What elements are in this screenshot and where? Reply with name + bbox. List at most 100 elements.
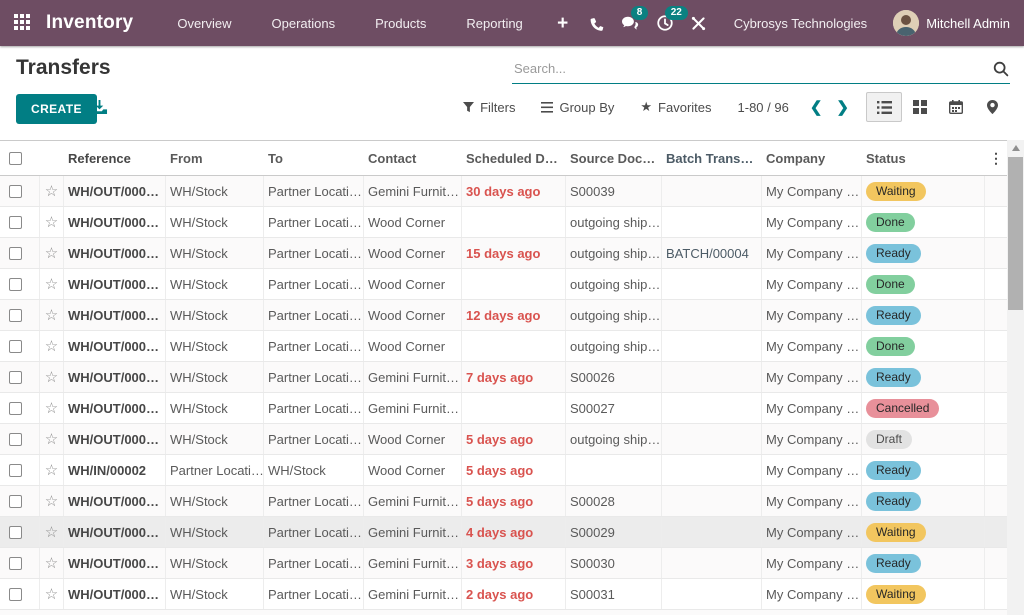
cell-batch-transfer <box>662 455 762 485</box>
cell-to: Partner Locati… <box>264 548 364 578</box>
plus-icon[interactable]: + <box>546 0 580 46</box>
table-row[interactable]: ☆WH/OUT/000…WH/StockPartner Locati…Wood … <box>0 331 1007 362</box>
table-row[interactable]: ☆WH/OUT/000…WH/StockPartner Locati…Gemin… <box>0 579 1007 610</box>
app-name[interactable]: Inventory <box>46 12 133 34</box>
row-checkbox[interactable] <box>9 216 22 229</box>
cell-trailing <box>985 331 1007 361</box>
map-view-button[interactable] <box>974 92 1010 122</box>
activity-icon[interactable]: 22 <box>648 0 682 46</box>
search-input[interactable] <box>512 61 992 76</box>
cell-contact: Wood Corner <box>364 269 462 299</box>
table-row[interactable]: ☆WH/OUT/000…WH/StockPartner Locati…Wood … <box>0 269 1007 300</box>
column-header-ref[interactable]: Reference <box>64 141 166 175</box>
cell-scheduled-date <box>462 331 566 361</box>
search-icon[interactable] <box>992 60 1010 78</box>
row-checkbox[interactable] <box>9 402 22 415</box>
column-header-from[interactable]: From <box>166 141 264 175</box>
row-star-icon[interactable]: ☆ <box>45 587 58 602</box>
cell-company: My Company … <box>762 455 862 485</box>
table-row[interactable]: ☆WH/OUT/000…WH/StockPartner Locati…Gemin… <box>0 176 1007 207</box>
table-row[interactable]: ☆WH/OUT/000…WH/StockPartner Locati…Wood … <box>0 207 1007 238</box>
vertical-scrollbar[interactable] <box>1007 140 1024 615</box>
messages-icon[interactable]: 8 <box>614 0 648 46</box>
column-header-sched[interactable]: Scheduled D… <box>462 141 566 175</box>
cell-status: Ready <box>862 486 985 516</box>
table-row[interactable]: ☆WH/OUT/000…WH/StockPartner Locati…Gemin… <box>0 517 1007 548</box>
cell-scheduled-date <box>462 269 566 299</box>
row-star-icon[interactable]: ☆ <box>45 184 58 199</box>
group-by-button[interactable]: Group By <box>541 100 614 115</box>
row-checkbox[interactable] <box>9 309 22 322</box>
row-checkbox[interactable] <box>9 433 22 446</box>
list-view-button[interactable] <box>866 92 902 122</box>
row-star-icon[interactable]: ☆ <box>45 401 58 416</box>
menu-item-overview[interactable]: Overview <box>161 10 247 37</box>
create-button[interactable]: CREATE <box>16 94 97 124</box>
apps-menu-icon[interactable] <box>14 14 32 32</box>
row-star-icon[interactable]: ☆ <box>45 370 58 385</box>
pager-previous-icon[interactable]: ❮ <box>803 96 830 118</box>
table-row[interactable]: ☆WH/OUT/000…WH/StockPartner Locati…Gemin… <box>0 393 1007 424</box>
row-star-icon[interactable]: ☆ <box>45 246 58 261</box>
table-row[interactable]: ☆WH/OUT/000…WH/StockPartner Locati…Gemin… <box>0 362 1007 393</box>
pager-next-icon[interactable]: ❯ <box>829 96 856 118</box>
user-menu[interactable]: Mitchell Admin <box>926 16 1010 31</box>
row-checkbox[interactable] <box>9 588 22 601</box>
table-row[interactable]: ☆WH/IN/00002Partner Locati…WH/StockWood … <box>0 455 1007 486</box>
column-header-source[interactable]: Source Doc… <box>566 141 662 175</box>
menu-item-operations[interactable]: Operations <box>256 10 352 37</box>
table-row[interactable]: ☆WH/OUT/000…WH/StockPartner Locati…Gemin… <box>0 548 1007 579</box>
column-header-contact[interactable]: Contact <box>364 141 462 175</box>
row-checkbox[interactable] <box>9 371 22 384</box>
row-checkbox[interactable] <box>9 247 22 260</box>
favorites-button[interactable]: ★ Favorites <box>640 99 711 115</box>
row-star-icon[interactable]: ☆ <box>45 494 58 509</box>
select-all-cell <box>0 141 40 175</box>
row-checkbox[interactable] <box>9 557 22 570</box>
column-header-status[interactable]: Status <box>862 141 985 175</box>
cell-trailing <box>985 176 1007 206</box>
cell-source-document: S00030 <box>566 548 662 578</box>
filters-button[interactable]: Filters <box>463 100 515 115</box>
row-checkbox[interactable] <box>9 495 22 508</box>
row-star-icon[interactable]: ☆ <box>45 432 58 447</box>
export-icon[interactable] <box>91 99 108 120</box>
company-switcher[interactable]: Cybrosys Technologies <box>734 16 867 31</box>
calendar-view-button[interactable] <box>938 92 974 122</box>
row-star-cell: ☆ <box>40 176 64 206</box>
phone-icon[interactable] <box>580 0 614 46</box>
row-star-icon[interactable]: ☆ <box>45 215 58 230</box>
scrollbar-up-icon[interactable] <box>1007 140 1024 156</box>
row-star-icon[interactable]: ☆ <box>45 556 58 571</box>
row-checkbox[interactable] <box>9 185 22 198</box>
tools-icon[interactable] <box>682 0 716 46</box>
kanban-view-button[interactable] <box>902 92 938 122</box>
avatar[interactable] <box>893 10 919 36</box>
table-row[interactable]: ☆WH/OUT/000…WH/StockPartner Locati…Wood … <box>0 238 1007 269</box>
cell-from: WH/Stock <box>166 331 264 361</box>
favorites-icon: ★ <box>640 99 652 115</box>
row-star-icon[interactable]: ☆ <box>45 308 58 323</box>
row-star-icon[interactable]: ☆ <box>45 277 58 292</box>
select-all-checkbox[interactable] <box>9 152 22 165</box>
row-star-icon[interactable]: ☆ <box>45 463 58 478</box>
cell-source-document: S00027 <box>566 393 662 423</box>
scrollbar-thumb[interactable] <box>1008 157 1023 310</box>
column-header-to[interactable]: To <box>264 141 364 175</box>
row-checkbox[interactable] <box>9 526 22 539</box>
status-badge: Draft <box>866 430 912 449</box>
row-star-icon[interactable]: ☆ <box>45 525 58 540</box>
menu-item-products[interactable]: Products <box>359 10 442 37</box>
row-checkbox[interactable] <box>9 464 22 477</box>
row-checkbox[interactable] <box>9 278 22 291</box>
row-checkbox[interactable] <box>9 340 22 353</box>
column-options-icon[interactable]: ⋮ <box>989 150 1003 167</box>
menu-item-reporting[interactable]: Reporting <box>450 10 538 37</box>
table-row[interactable]: ☆WH/OUT/000…WH/StockPartner Locati…Wood … <box>0 300 1007 331</box>
column-header-batch[interactable]: Batch Trans… <box>662 141 762 175</box>
row-star-icon[interactable]: ☆ <box>45 339 58 354</box>
column-header-company[interactable]: Company <box>762 141 862 175</box>
table-row[interactable]: ☆WH/OUT/000…WH/StockPartner Locati…Gemin… <box>0 486 1007 517</box>
table-row[interactable]: ☆WH/OUT/000…WH/StockPartner Locati…Wood … <box>0 424 1007 455</box>
cell-reference: WH/OUT/000… <box>64 300 166 330</box>
